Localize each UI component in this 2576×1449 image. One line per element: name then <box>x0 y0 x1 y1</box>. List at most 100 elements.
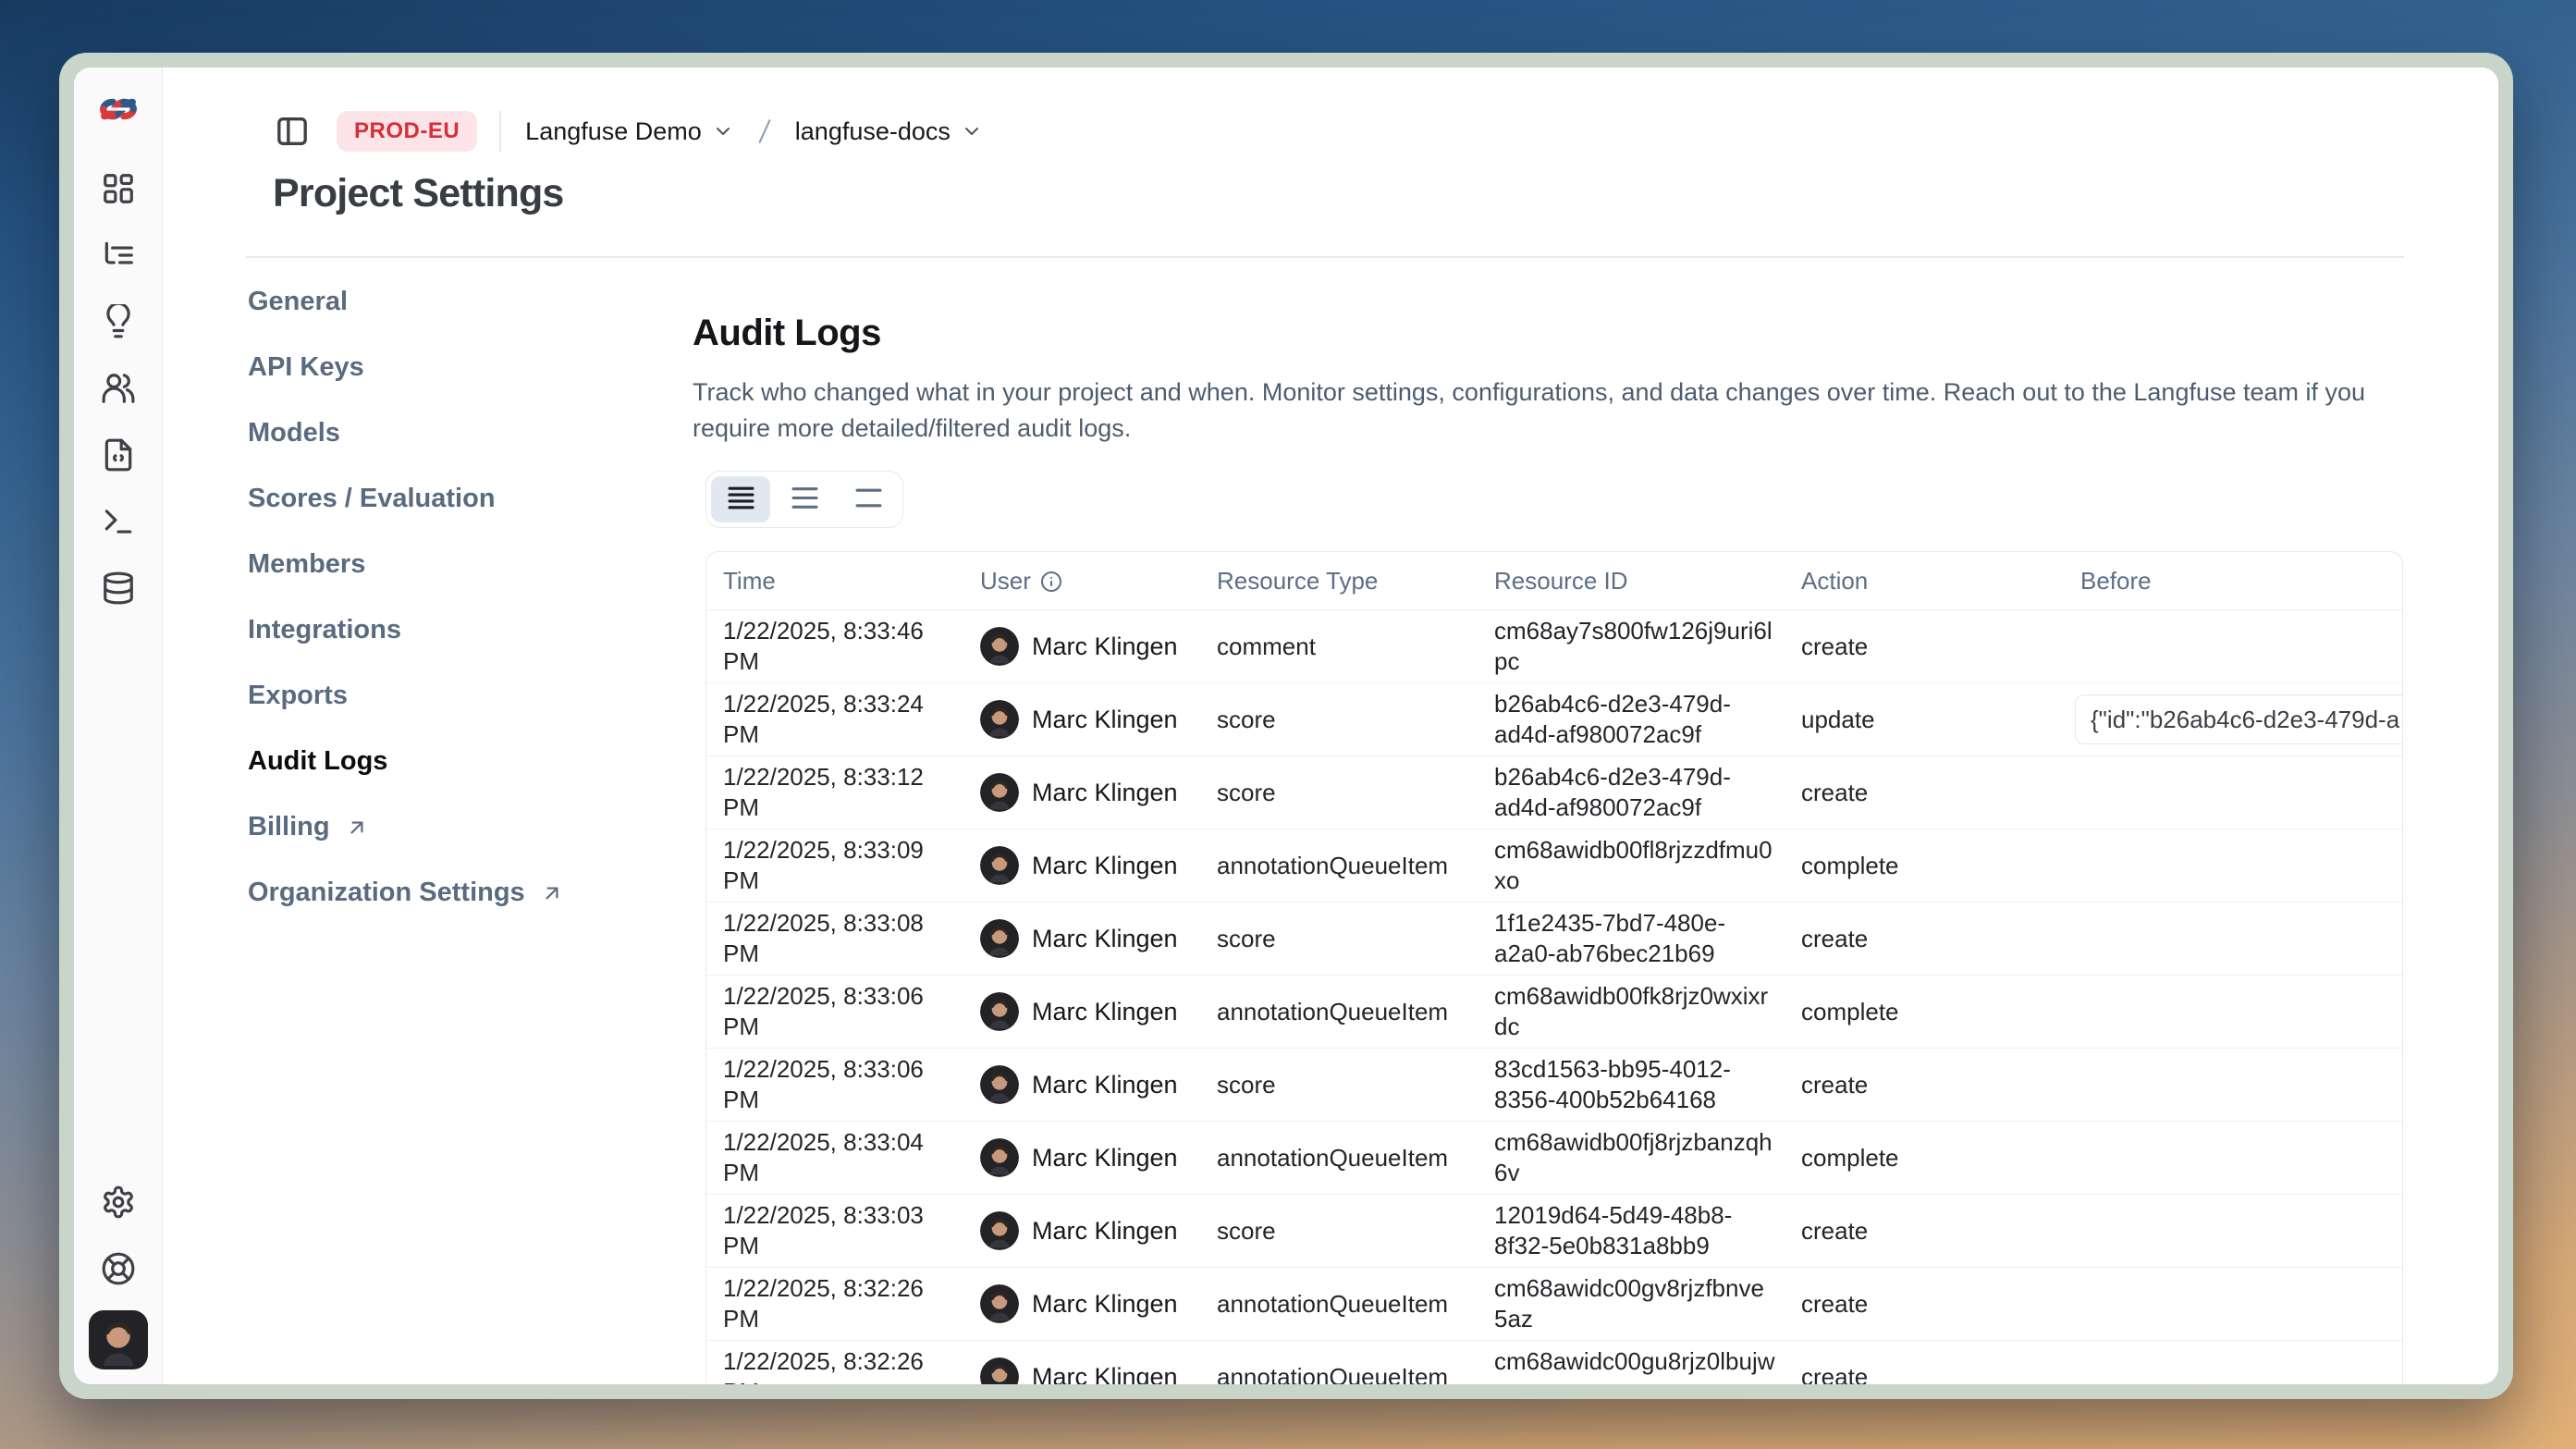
user-name: Marc Klingen <box>1032 924 1178 954</box>
sidebar-toggle-icon[interactable] <box>274 113 311 150</box>
user-name: Marc Klingen <box>1032 997 1178 1027</box>
app-window: PROD-EU Langfuse Demo langfuse-docs <box>59 53 2513 1399</box>
cell-before <box>2064 641 2402 652</box>
chevron-down-icon <box>712 120 734 142</box>
user-name: Marc Klingen <box>1032 1143 1178 1173</box>
cell-time: 1/22/2025, 8:33:03 PM <box>706 1195 963 1267</box>
audit-logs-panel: Audit Logs Track who changed what in you… <box>693 312 2404 1384</box>
settings-nav-item-integrations[interactable]: Integrations <box>248 597 645 663</box>
settings-nav-item-billing[interactable]: Billing <box>248 794 645 860</box>
nav-item-label: Members <box>248 549 365 580</box>
cell-user: Marc Klingen <box>963 621 1200 671</box>
settings-nav-item-general[interactable]: General <box>248 269 645 335</box>
cell-action: complete <box>1785 991 2064 1033</box>
info-icon[interactable] <box>1040 570 1062 592</box>
cell-resource-type: annotationQueueItem <box>1200 845 1478 887</box>
environment-badge: PROD-EU <box>337 111 477 152</box>
cell-user: Marc Klingen <box>963 1060 1200 1110</box>
cell-time: 1/22/2025, 8:33:08 PM <box>706 903 963 975</box>
user-avatar <box>980 1357 1019 1384</box>
organization-name: Langfuse Demo <box>525 117 702 146</box>
user-avatar <box>980 992 1019 1031</box>
row-height-small-button[interactable] <box>711 476 770 522</box>
cell-resource-id: b26ab4c6-d2e3-479d-ad4d-af980072ac9f <box>1478 756 1785 829</box>
user-name: Marc Klingen <box>1032 1289 1178 1320</box>
nav-item-label: Scores / Evaluation <box>248 484 496 514</box>
lightbulb-icon[interactable] <box>101 304 136 339</box>
rows-small-icon <box>728 485 754 513</box>
cell-before <box>2064 933 2402 944</box>
user-avatar <box>980 1211 1019 1250</box>
terminal-icon[interactable] <box>101 504 136 539</box>
file-code-icon[interactable] <box>101 437 136 473</box>
settings-nav-item-exports[interactable]: Exports <box>248 663 645 729</box>
audit-logs-description: Track who changed what in your project a… <box>693 375 2374 447</box>
settings-nav-item-scores-evaluation[interactable]: Scores / Evaluation <box>248 466 645 532</box>
user-name: Marc Klingen <box>1032 778 1178 808</box>
cell-resource-type: score <box>1200 699 1478 741</box>
project-name: langfuse-docs <box>795 117 951 146</box>
cell-resource-id: cm68awidc00gu8rjz0lbujwpe <box>1478 1341 1785 1384</box>
cell-resource-id: 12019d64-5d49-48b8-8f32-5e0b831a8bb9 <box>1478 1195 1785 1267</box>
cell-before <box>2064 1298 2402 1309</box>
settings-nav-item-members[interactable]: Members <box>248 532 645 597</box>
cell-time: 1/22/2025, 8:33:12 PM <box>706 756 963 829</box>
trace-tree-icon[interactable] <box>101 238 136 273</box>
column-header-resource-type: Resource Type <box>1200 560 1478 602</box>
column-header-label: Resource Type <box>1217 566 1378 596</box>
cell-resource-type: comment <box>1200 626 1478 668</box>
langfuse-logo-icon[interactable] <box>97 88 140 130</box>
before-json-preview[interactable]: {"id":"b26ab4c6-d2e3-479d-a <box>2075 694 2403 744</box>
column-header-action: Action <box>1785 560 2064 602</box>
cell-action: complete <box>1785 845 2064 887</box>
user-avatar[interactable] <box>89 1310 148 1369</box>
cell-before <box>2064 1006 2402 1017</box>
settings-nav-item-audit-logs[interactable]: Audit Logs <box>248 729 645 794</box>
content-area: PROD-EU Langfuse Demo langfuse-docs <box>163 68 2498 1384</box>
breadcrumb-project[interactable]: langfuse-docs <box>795 117 983 146</box>
dashboard-grid-icon[interactable] <box>101 171 136 206</box>
langfuse-app: PROD-EU Langfuse Demo langfuse-docs <box>74 68 2498 1384</box>
column-header-label: Time <box>723 566 776 596</box>
audit-log-row: 1/22/2025, 8:33:06 PMMarc Klingenannotat… <box>706 975 2402 1048</box>
support-lifebuoy-icon[interactable] <box>101 1251 136 1286</box>
audit-log-row: 1/22/2025, 8:33:09 PMMarc Klingenannotat… <box>706 829 2402 902</box>
database-icon[interactable] <box>101 571 136 606</box>
row-height-toggle <box>705 471 903 528</box>
nav-item-label: Audit Logs <box>248 746 387 777</box>
cell-action: complete <box>1785 1137 2064 1179</box>
cell-user: Marc Klingen <box>963 767 1200 817</box>
audit-logs-heading: Audit Logs <box>693 312 2404 355</box>
settings-nav-item-models[interactable]: Models <box>248 400 645 466</box>
cell-resource-id: cm68awidb00fj8rjzbanzqh6v <box>1478 1122 1785 1194</box>
user-name: Marc Klingen <box>1032 851 1178 881</box>
cell-user: Marc Klingen <box>963 1279 1200 1329</box>
header-divider <box>246 256 2404 258</box>
settings-nav-item-api-keys[interactable]: API Keys <box>248 335 645 400</box>
cell-user: Marc Klingen <box>963 694 1200 744</box>
cell-time: 1/22/2025, 8:33:06 PM <box>706 1049 963 1121</box>
nav-item-label: API Keys <box>248 352 364 383</box>
cell-resource-type: annotationQueueItem <box>1200 1283 1478 1325</box>
settings-gear-icon[interactable] <box>101 1185 136 1220</box>
row-height-large-button[interactable] <box>839 476 898 522</box>
audit-log-row: 1/22/2025, 8:32:26 PMMarc Klingenannotat… <box>706 1340 2402 1384</box>
row-height-medium-button[interactable] <box>775 476 834 522</box>
nav-item-label: Exports <box>248 681 348 711</box>
nav-item-label: Models <box>248 418 340 448</box>
user-avatar <box>980 773 1019 812</box>
breadcrumb-organization[interactable]: Langfuse Demo <box>525 117 734 146</box>
settings-nav-item-organization-settings[interactable]: Organization Settings <box>248 860 645 926</box>
cell-resource-type: score <box>1200 772 1478 814</box>
user-avatar <box>980 700 1019 739</box>
cell-action: create <box>1785 772 2064 814</box>
cell-time: 1/22/2025, 8:32:26 PM <box>706 1341 963 1384</box>
cell-user: Marc Klingen <box>963 1206 1200 1256</box>
user-avatar <box>980 627 1019 666</box>
column-header-before: Before <box>2064 560 2402 602</box>
audit-logs-table: TimeUserResource TypeResource IDActionBe… <box>705 551 2403 1384</box>
users-icon[interactable] <box>101 371 136 406</box>
table-header-row: TimeUserResource TypeResource IDActionBe… <box>706 552 2402 609</box>
user-name: Marc Klingen <box>1032 1362 1178 1385</box>
top-bar: PROD-EU Langfuse Demo langfuse-docs <box>274 111 983 152</box>
